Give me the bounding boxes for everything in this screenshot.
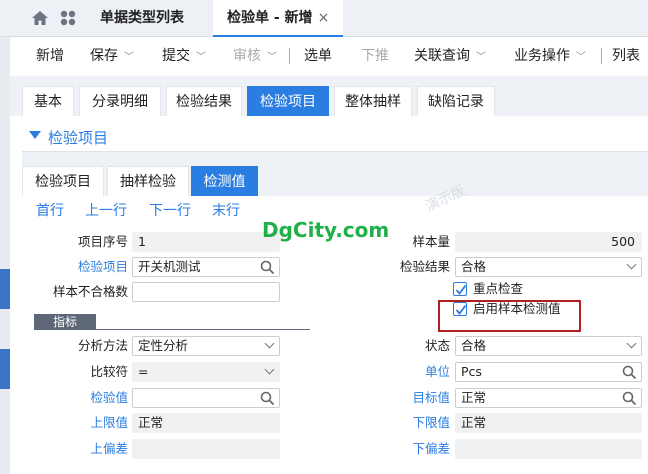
unit-field[interactable]: Pcs	[455, 362, 642, 382]
sample-qty-field: 500	[455, 232, 642, 252]
chevron-down-icon[interactable]: ﹀	[124, 52, 134, 63]
target-value-label[interactable]: 目标值	[350, 388, 450, 408]
key-check-label: 重点检查	[473, 281, 524, 296]
chevron-down-icon	[626, 259, 637, 270]
form-tab-1[interactable]: 分录明细	[79, 86, 161, 116]
toolbar-item-8[interactable]: 列表	[612, 37, 640, 75]
bad-count-field[interactable]	[132, 282, 280, 302]
tab-inspection-new[interactable]: 检验单 - 新增 ×	[213, 0, 344, 37]
indicator-header: 指标	[34, 314, 96, 330]
close-icon[interactable]: ×	[318, 10, 330, 26]
chevron-down-icon	[264, 364, 275, 375]
site-watermark: DgCity.com	[262, 218, 390, 242]
search-icon[interactable]	[260, 260, 275, 275]
nav-prev-row[interactable]: 上一行	[85, 200, 127, 220]
form-tab-2[interactable]: 检验结果	[166, 86, 242, 116]
nav-next-row[interactable]: 下一行	[149, 200, 191, 220]
analysis-method-label: 分析方法	[77, 338, 128, 353]
toolbar-item-label: 提交	[162, 48, 190, 64]
inspect-item-field[interactable]: 开关机测试	[132, 257, 280, 277]
tab-label: 检验单 - 新增	[227, 10, 313, 26]
search-icon[interactable]	[260, 391, 275, 406]
inspect-result-label: 检验结果	[399, 259, 450, 274]
chevron-down-icon[interactable]: ﹀	[196, 52, 206, 63]
apps-grid-icon[interactable]	[60, 10, 76, 26]
inspect-result-select[interactable]: 合格	[455, 257, 642, 277]
toolbar-item-label: 下推	[361, 48, 389, 64]
toolbar-item-3[interactable]: 审核 ﹀	[233, 37, 277, 75]
sub-tab-0[interactable]: 检验项目	[22, 166, 104, 196]
inspect-item-label[interactable]: 检验项目	[28, 257, 128, 277]
comparator-label: 比较符	[90, 364, 128, 379]
inspect-value-field[interactable]	[132, 388, 280, 408]
toolbar-item-label: 关联查询	[414, 48, 470, 64]
toolbar-item-label: 业务操作	[514, 48, 570, 64]
section-title: 检验项目	[48, 129, 109, 147]
search-icon[interactable]	[622, 365, 637, 380]
upper-limit-label[interactable]: 上限值	[28, 413, 128, 433]
target-value-field[interactable]: 正常	[455, 388, 642, 408]
upper-dev-label[interactable]: 上偏差	[28, 439, 128, 459]
lower-dev-label[interactable]: 下偏差	[350, 439, 450, 459]
item-seq-field: 1	[132, 232, 280, 252]
sub-tab-1[interactable]: 抽样检验	[107, 166, 189, 196]
chevron-down-icon	[626, 338, 637, 349]
toolbar-item-label: 选单	[304, 48, 332, 64]
lower-limit-label[interactable]: 下限值	[350, 413, 450, 433]
nav-last-row[interactable]: 末行	[212, 200, 240, 220]
toolbar-item-6[interactable]: 关联查询 ﹀	[414, 37, 486, 75]
home-icon[interactable]	[31, 9, 49, 27]
comparator-select[interactable]: =	[132, 362, 280, 382]
checkmark-icon	[455, 284, 467, 295]
collapse-triangle-icon[interactable]	[29, 131, 41, 139]
upper-limit-field: 正常	[132, 413, 280, 433]
toolbar-item-7[interactable]: 业务操作 ﹀	[514, 37, 586, 75]
item-seq-label: 项目序号	[77, 234, 128, 249]
key-check-checkbox[interactable]	[453, 282, 467, 296]
highlight-box	[438, 300, 581, 332]
toolbar-item-label: 新增	[36, 48, 64, 64]
toolbar-item-1[interactable]: 保存 ﹀	[90, 37, 134, 75]
toolbar-item-4[interactable]: 选单	[304, 37, 332, 75]
toolbar-item-label: 审核	[233, 48, 261, 64]
chevron-down-icon[interactable]: ﹀	[476, 52, 486, 63]
indicator-divider	[34, 329, 310, 330]
section-header[interactable]	[22, 120, 648, 152]
toolbar-item-2[interactable]: 提交 ﹀	[162, 37, 206, 75]
background-window-strip	[0, 37, 10, 474]
form-tab-5[interactable]: 缺陷记录	[417, 86, 495, 116]
form-tab-4[interactable]: 整体抽样	[334, 86, 412, 116]
toolbar-item-label: 保存	[90, 48, 118, 64]
status-label: 状态	[424, 338, 450, 353]
toolbar-item-label: 列表	[612, 48, 640, 64]
chevron-down-icon[interactable]: ﹀	[267, 52, 277, 63]
toolbar-separator	[289, 48, 290, 64]
tab-doc-type-list[interactable]: 单据类型列表	[100, 0, 184, 37]
form-tab-3[interactable]: 检验项目	[247, 86, 329, 116]
status-select[interactable]: 合格	[455, 336, 642, 356]
lower-dev-field	[455, 439, 642, 459]
inspect-value-label[interactable]: 检验值	[28, 388, 128, 408]
nav-first-row[interactable]: 首行	[36, 200, 64, 220]
sub-tab-2[interactable]: 检测值	[191, 166, 258, 196]
lower-limit-field: 正常	[455, 413, 642, 433]
upper-dev-field	[132, 439, 280, 459]
unit-label[interactable]: 单位	[350, 362, 450, 382]
chevron-down-icon[interactable]: ﹀	[576, 52, 586, 63]
section-gap	[22, 152, 648, 164]
toolbar-separator	[601, 48, 602, 64]
toolbar-item-5[interactable]: 下推	[361, 37, 389, 75]
search-icon[interactable]	[622, 391, 637, 406]
analysis-method-select[interactable]: 定性分析	[132, 336, 280, 356]
bad-count-label: 样本不合格数	[52, 284, 128, 299]
chevron-down-icon	[264, 338, 275, 349]
toolbar-item-0[interactable]: 新增	[36, 37, 64, 75]
form-tab-0[interactable]: 基本	[22, 86, 74, 116]
